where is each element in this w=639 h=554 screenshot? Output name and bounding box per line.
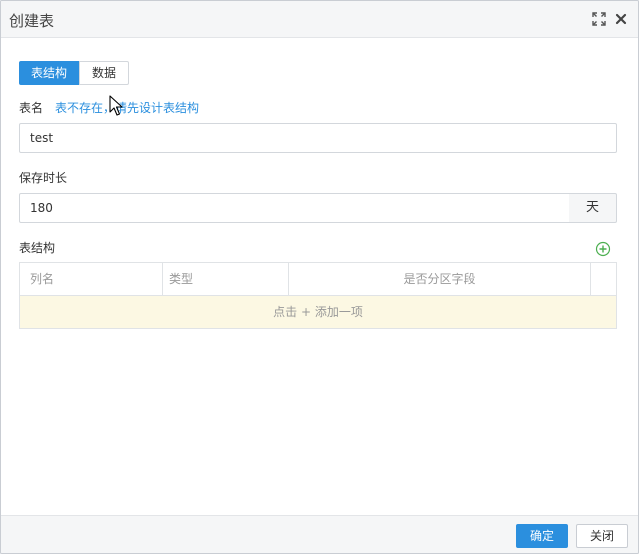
add-circle-icon[interactable] [595,241,611,257]
close-button[interactable]: 关闭 [576,524,628,548]
ok-button[interactable]: 确定 [516,524,568,548]
dialog-footer: 确定 关闭 [1,515,638,553]
tab-structure[interactable]: 表结构 [19,61,79,85]
table-not-exist-hint: 表不存在，请先设计表结构 [55,101,200,115]
retention-unit-addon: 天 [569,193,617,223]
schema-table: 列名 类型 是否分区字段 点击 + 添加一项 [19,262,617,329]
maximize-icon[interactable] [591,11,607,27]
close-icon[interactable] [613,11,629,27]
column-header-name: 列名 [20,263,163,295]
add-row-button[interactable]: 点击 + 添加一项 [20,296,616,328]
schema-table-header: 列名 类型 是否分区字段 [20,263,616,296]
retention-input[interactable]: 180 [19,193,570,223]
create-table-dialog: 创建表 表结构 数据 表名 表不存在，请先设计表结构 test 保存时长 180… [0,0,639,554]
column-header-partition: 是否分区字段 [289,263,591,295]
column-header-actions [591,263,616,295]
tab-data[interactable]: 数据 [79,61,129,85]
column-header-type: 类型 [163,263,289,295]
table-name-input[interactable]: test [19,123,617,153]
schema-label: 表结构 [19,241,56,255]
dialog-titlebar: 创建表 [1,1,638,38]
retention-label: 保存时长 [19,171,68,185]
table-name-label: 表名 [19,101,44,115]
mouse-cursor-icon [109,95,123,117]
dialog-title: 创建表 [9,12,55,30]
